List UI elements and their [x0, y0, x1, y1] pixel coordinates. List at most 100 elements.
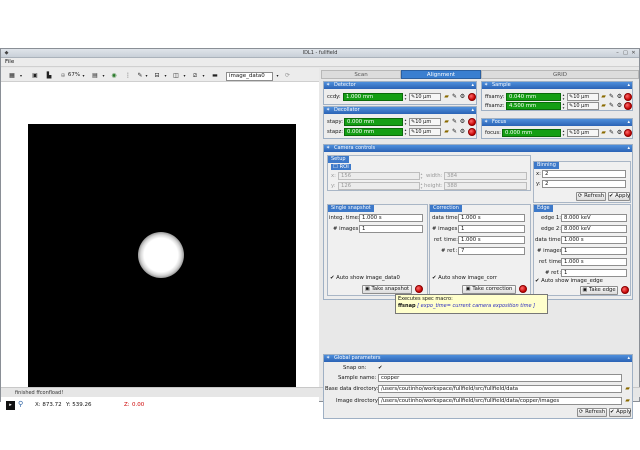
settings-icon[interactable]: ⚙	[616, 93, 623, 100]
edge-ref-time-field[interactable]: 1.000 s	[561, 258, 627, 266]
grid-icon[interactable]: ▦	[7, 71, 17, 80]
folder-icon[interactable]: ▰	[443, 128, 450, 135]
collapse-icon[interactable]: ▴	[471, 107, 474, 114]
pencil-icon[interactable]: ✎	[608, 129, 615, 136]
decollator-header[interactable]: ✶ Decollator ▴	[324, 107, 476, 114]
histogram-icon[interactable]: ▙	[44, 71, 54, 80]
ffsamz-field[interactable]: 4.500 mm	[506, 102, 561, 110]
stapz-step-select[interactable]: ✎10 μm	[409, 128, 441, 136]
pencil-icon[interactable]: ✎	[608, 93, 615, 100]
stop-edge-button[interactable]	[621, 286, 629, 294]
roi-x-field[interactable]: 156	[338, 172, 420, 180]
stop-button[interactable]	[624, 102, 632, 110]
pencil-icon[interactable]: ✎	[608, 102, 615, 109]
ffsamy-spinner[interactable]: ▴ ▾	[561, 93, 566, 101]
global-refresh-button[interactable]: ⟳ Refresh	[577, 408, 607, 417]
binning-y-field[interactable]: 2	[542, 180, 626, 188]
ccdy-field[interactable]: 1.000 mm	[343, 93, 403, 101]
chevron-down-icon[interactable]: ▾	[163, 71, 168, 80]
tab-grid[interactable]: GRID	[481, 70, 639, 79]
settings-icon[interactable]: ⚙	[459, 118, 466, 125]
refresh-icon[interactable]: ⟳	[283, 71, 292, 80]
globe-icon[interactable]: ◉	[109, 71, 119, 80]
binning-apply-button[interactable]: ✔ Apply	[608, 192, 630, 201]
corr-ref-time-field[interactable]: 1.000 s	[458, 236, 525, 244]
cursor-icon[interactable]: ▸	[6, 401, 15, 410]
take-correction-button[interactable]: ▣ Take correction	[462, 285, 516, 294]
collapse-icon[interactable]: ▴	[627, 119, 630, 126]
rectangle-icon[interactable]: ▬	[210, 71, 220, 80]
corr-data-time-field[interactable]: 1.000 s	[458, 214, 525, 222]
pencil-icon[interactable]: ✎	[451, 128, 458, 135]
vertical-line-icon[interactable]: ◫	[171, 71, 181, 80]
edge-data-time-field[interactable]: 1.000 s	[561, 236, 627, 244]
stapy-step-select[interactable]: ✎10 μm	[409, 118, 441, 126]
camera-image[interactable]	[28, 124, 296, 388]
take-snapshot-button[interactable]: ▣ Take snapshot	[362, 285, 412, 294]
maximize-icon[interactable]: □	[622, 50, 629, 57]
base-dir-field[interactable]: /users/coutinho/workspace/fullfield/src/…	[378, 385, 622, 393]
detector-header[interactable]: ✶ Detector ▴	[324, 82, 476, 89]
save-icon[interactable]: ▣	[30, 71, 40, 80]
chevron-down-icon[interactable]: ▾	[144, 71, 149, 80]
edge1-field[interactable]: 8.000 keV	[561, 214, 627, 222]
auto-show-corr-checkbox[interactable]: ✔ Auto show image_corr	[432, 275, 497, 281]
stapz-field[interactable]: 0.000 mm	[344, 128, 403, 136]
diagonal-line-icon[interactable]: ⧄	[190, 71, 200, 80]
snap-on-checkbox[interactable]: ✔	[378, 365, 382, 371]
profile-icon[interactable]: ⋮	[123, 71, 133, 80]
edge2-field[interactable]: 8.000 keV	[561, 225, 627, 233]
edge-images-field[interactable]: 1	[561, 247, 627, 255]
roi-width-field[interactable]: 384	[444, 172, 527, 180]
image-view-icon[interactable]: ▤	[90, 71, 100, 80]
folder-icon[interactable]: ▰	[624, 397, 631, 404]
folder-icon[interactable]: ▰	[624, 385, 631, 392]
ffsamy-step-select[interactable]: ✎10 μm	[567, 93, 599, 101]
stop-button[interactable]	[468, 128, 476, 136]
menu-file[interactable]: File	[5, 59, 14, 65]
ffsamz-step-select[interactable]: ✎10 μm	[567, 102, 599, 110]
collapse-icon[interactable]: ▴	[627, 82, 630, 89]
stop-button[interactable]	[468, 118, 476, 126]
roi-height-field[interactable]: 388	[444, 182, 527, 190]
pencil-icon[interactable]: ✎	[451, 93, 458, 100]
chevron-down-icon[interactable]: ▾	[101, 71, 106, 80]
stop-button[interactable]	[624, 93, 632, 101]
chevron-down-icon[interactable]: ▾	[81, 71, 86, 80]
take-edge-button[interactable]: ▣ Take edge	[580, 286, 618, 295]
search-icon[interactable]: ⚲	[18, 400, 23, 408]
corr-ref-field[interactable]: 7	[458, 247, 525, 255]
sample-name-field[interactable]: copper	[378, 374, 622, 382]
tab-scan[interactable]: Scan	[321, 70, 401, 79]
integ-time-field[interactable]: 1.000 s	[359, 214, 423, 222]
image-select[interactable]: image_data0	[226, 72, 273, 81]
binning-refresh-button[interactable]: ⟳ Refresh	[576, 192, 606, 201]
folder-icon[interactable]: ▰	[600, 93, 607, 100]
stapz-spinner[interactable]: ▴ ▾	[403, 128, 408, 136]
single-images-field[interactable]: 1	[359, 225, 423, 233]
stop-button[interactable]	[468, 93, 476, 101]
folder-icon[interactable]: ▰	[600, 102, 607, 109]
stapy-field[interactable]: 0.000 mm	[344, 118, 403, 126]
settings-icon[interactable]: ⚙	[459, 128, 466, 135]
global-parameters-header[interactable]: ✶ Global parameters ▴	[324, 355, 632, 362]
ccdy-spinner[interactable]: ▴ ▾	[403, 93, 408, 101]
folder-icon[interactable]: ▰	[600, 129, 607, 136]
ffsamz-spinner[interactable]: ▴ ▾	[561, 102, 566, 110]
binning-x-field[interactable]: 2	[542, 170, 626, 178]
collapse-icon[interactable]: ▴	[627, 355, 630, 362]
settings-icon[interactable]: ⚙	[616, 129, 623, 136]
stop-snapshot-button[interactable]	[415, 285, 423, 293]
stop-correction-button[interactable]	[519, 285, 527, 293]
minimize-icon[interactable]: –	[614, 50, 621, 57]
chevron-down-icon[interactable]: ▾	[182, 71, 187, 80]
collapse-icon[interactable]: ▴	[471, 82, 474, 89]
auto-show-edge-checkbox[interactable]: ✔ Auto show image_edge	[535, 278, 603, 284]
stapy-spinner[interactable]: ▴ ▾	[403, 118, 408, 126]
folder-icon[interactable]: ▰	[443, 93, 450, 100]
corr-images-field[interactable]: 1	[458, 225, 525, 233]
chevron-down-icon[interactable]: ▾	[275, 71, 280, 80]
close-icon[interactable]: ✕	[630, 50, 637, 57]
horizontal-line-icon[interactable]: ⊟	[152, 71, 162, 80]
chevron-down-icon[interactable]: ▾	[18, 71, 24, 80]
